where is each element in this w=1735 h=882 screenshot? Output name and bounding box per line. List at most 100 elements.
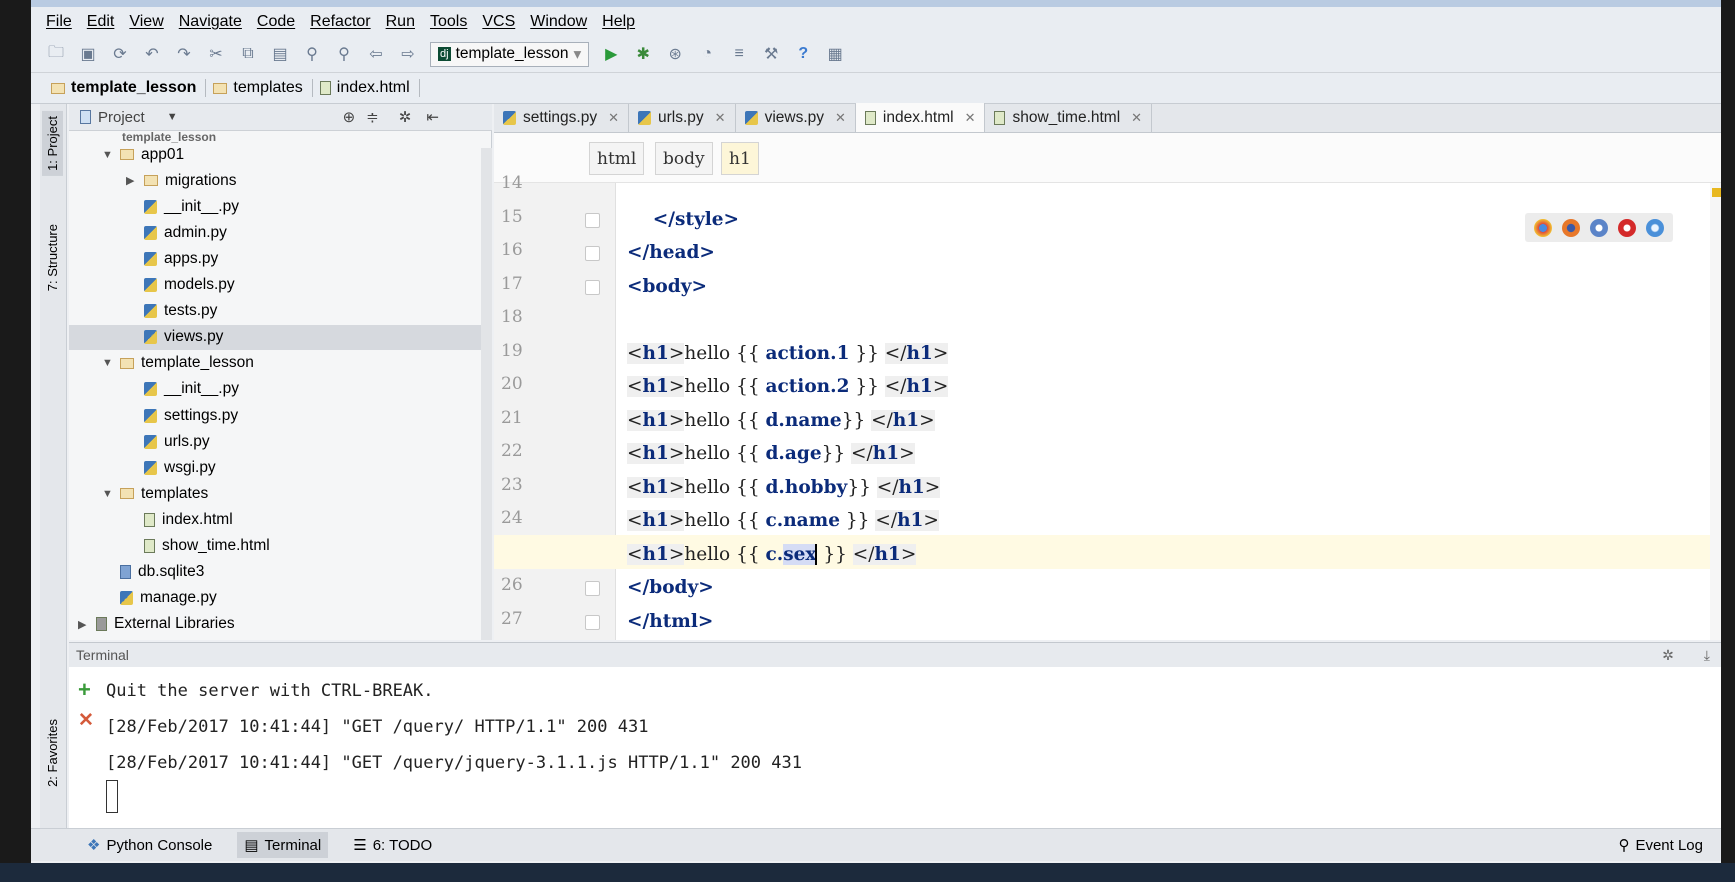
menu-tools[interactable]: Tools (430, 13, 467, 31)
close-icon[interactable]: ✕ (965, 110, 976, 126)
tree-item[interactable]: ▶ External Libraries (69, 612, 481, 637)
undo-icon[interactable]: ↶ (142, 44, 162, 64)
tree-item[interactable]: models.py (69, 273, 481, 298)
terminal-panel[interactable]: Terminal ✲ ⤓ + ✕ Quit the server with CT… (69, 642, 1721, 828)
settings-icon[interactable]: ⚒ (761, 44, 781, 64)
locate-icon[interactable]: ⊕ (343, 108, 356, 126)
code-line[interactable]: </head> (627, 237, 715, 268)
tree-item[interactable]: show_time.html (69, 534, 481, 559)
copy-icon[interactable]: ⧉ (238, 44, 258, 64)
menu-edit[interactable]: Edit (87, 13, 115, 31)
tree-item[interactable]: wsgi.py (69, 455, 481, 480)
cut-icon[interactable]: ✂ (206, 44, 226, 64)
close-icon[interactable]: ✕ (1131, 110, 1142, 126)
concurrency-icon[interactable]: ≡ (729, 44, 749, 64)
structure-tool-tab[interactable]: 7: Structure (42, 219, 63, 296)
tree-item[interactable]: index.html (69, 507, 481, 532)
project-scrollbar[interactable] (481, 148, 492, 640)
replace-icon[interactable]: ⚲ (334, 44, 354, 64)
find-icon[interactable]: ⚲ (302, 44, 322, 64)
sdk-icon[interactable]: ▦ (825, 44, 845, 64)
code-area[interactable]: </style> </head> <body> <h1>hello {{ action… (494, 183, 1710, 640)
code-line[interactable]: <body> (627, 271, 707, 302)
tab-show_time-html[interactable]: show_time.html ✕ (985, 104, 1153, 132)
project-tool-tab[interactable]: 1: Project (42, 111, 63, 176)
event-log-button[interactable]: ⚲ Event Log (1611, 832, 1710, 858)
tab-views-py[interactable]: views.py ✕ (736, 104, 856, 132)
tree-item[interactable]: urls.py (69, 429, 481, 454)
paste-icon[interactable]: ▤ (270, 44, 290, 64)
close-session-icon[interactable]: ✕ (78, 709, 94, 732)
forward-icon[interactable]: ⇨ (398, 44, 418, 64)
code-line[interactable]: <h1>hello {{ c.name }} </h1> (627, 505, 939, 536)
favorites-tool-tab[interactable]: 2: Favorites (42, 714, 63, 792)
menu-refactor[interactable]: Refactor (310, 13, 370, 31)
opera-icon[interactable] (1618, 218, 1636, 237)
menu-navigate[interactable]: Navigate (179, 13, 242, 31)
breadcrumb-item[interactable]: template_lesson (51, 79, 207, 97)
collapse-icon[interactable]: ≑ (366, 108, 379, 126)
tree-item[interactable]: manage.py (69, 586, 481, 611)
new-session-icon[interactable]: + (78, 677, 91, 703)
tag-path-body[interactable]: body (655, 142, 713, 175)
firefox-icon[interactable] (1562, 218, 1580, 237)
code-line[interactable]: <h1>hello {{ d.name}} </h1> (627, 405, 935, 436)
tree-item[interactable]: __init__.py (69, 194, 481, 219)
tree-item[interactable]: tests.py (69, 299, 481, 324)
tag-path-html[interactable]: html (589, 142, 645, 175)
editor-scrollbar[interactable] (1710, 183, 1721, 640)
tree-item[interactable]: ▼ template_lesson (69, 351, 481, 376)
tree-item[interactable]: db.sqlite3 (69, 560, 481, 585)
python-console-tab[interactable]: ❖ Python Console (80, 832, 219, 858)
gear-icon[interactable]: ✲ (1662, 647, 1674, 664)
menu-run[interactable]: Run (386, 13, 415, 31)
breadcrumb-item[interactable]: templates (213, 79, 313, 97)
hide-icon[interactable]: ⤓ (1704, 647, 1710, 664)
tab-settings-py[interactable]: settings.py ✕ (494, 104, 630, 132)
code-line[interactable]: <h1>hello {{ c.sex }} </h1> (627, 539, 917, 570)
menu-window[interactable]: Window (530, 13, 587, 31)
redo-icon[interactable]: ↷ (174, 44, 194, 64)
close-icon[interactable]: ✕ (715, 110, 726, 126)
chevron-down-icon[interactable]: ▼ (167, 111, 178, 123)
expanded-arrow-icon[interactable]: ▼ (102, 488, 113, 500)
code-line[interactable]: <h1>hello {{ d.age}} </h1> (627, 438, 915, 469)
profile-icon[interactable]: ◔ (697, 44, 717, 64)
tree-item[interactable]: ▼ app01 (69, 142, 481, 167)
collapsed-arrow-icon[interactable]: ▶ (78, 618, 89, 631)
gear-icon[interactable]: ✲ (399, 108, 412, 126)
tree-item[interactable]: admin.py (69, 220, 481, 245)
code-line[interactable]: <h1>hello {{ action.2 }} </h1> (627, 371, 949, 402)
code-line[interactable]: <h1>hello {{ d.hobby}} </h1> (627, 472, 941, 503)
tag-path-h1[interactable]: h1 (721, 142, 759, 175)
todo-tab[interactable]: ☰ 6: TODO (346, 832, 439, 858)
terminal-tab[interactable]: ▤ Terminal (237, 832, 329, 858)
close-icon[interactable]: ✕ (608, 110, 619, 126)
safari-icon[interactable] (1590, 218, 1608, 237)
run-config-selector[interactable]: dj template_lesson ▾ (430, 41, 590, 67)
breadcrumb-item[interactable]: index.html (319, 79, 420, 97)
tree-item[interactable]: ▶ migrations (69, 168, 481, 193)
code-editor[interactable]: htmlbodyh1 1415161718192021222324252627 … (494, 133, 1721, 640)
back-icon[interactable]: ⇦ (366, 44, 386, 64)
collapsed-arrow-icon[interactable]: ▶ (126, 174, 137, 187)
code-line[interactable]: </html> (627, 606, 713, 637)
help-icon[interactable]: ? (793, 44, 813, 64)
menu-file[interactable]: File (46, 13, 72, 31)
tab-urls-py[interactable]: urls.py ✕ (629, 104, 736, 132)
sync-icon[interactable]: ⟳ (110, 44, 130, 64)
save-icon[interactable]: ▣ (78, 44, 98, 64)
tree-item[interactable]: apps.py (69, 246, 481, 271)
code-line[interactable]: </style> (627, 204, 739, 235)
menu-vcs[interactable]: VCS (482, 13, 515, 31)
open-icon[interactable]: 🗀 (46, 44, 66, 64)
menu-help[interactable]: Help (602, 13, 635, 31)
chrome-icon[interactable] (1534, 218, 1552, 237)
project-view-selector[interactable]: Project (98, 109, 145, 126)
menu-view[interactable]: View (129, 13, 163, 31)
tree-item[interactable]: __init__.py (69, 377, 481, 402)
ie-icon[interactable] (1646, 218, 1664, 237)
coverage-icon[interactable]: ⊛ (665, 44, 685, 64)
close-icon[interactable]: ✕ (835, 110, 846, 126)
warning-marker[interactable] (1712, 188, 1721, 197)
